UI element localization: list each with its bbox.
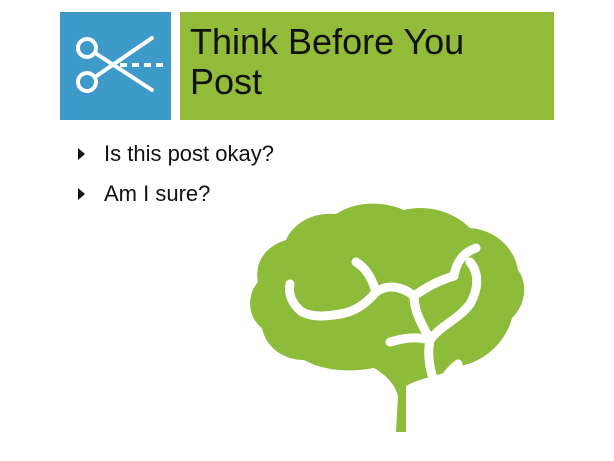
bullet-text: Am I sure? xyxy=(104,181,211,206)
bullet-item: Is this post okay? xyxy=(78,134,274,174)
scissors-icon-box xyxy=(60,12,171,120)
brain-icon xyxy=(250,203,525,432)
bullet-arrow-icon xyxy=(78,148,85,160)
slide-title: Think Before You Post xyxy=(190,21,465,102)
title-box: Think Before You Post xyxy=(180,12,554,120)
scissors-icon xyxy=(76,36,163,93)
bullet-text: Is this post okay? xyxy=(104,141,274,166)
bullet-arrow-icon xyxy=(78,188,85,200)
